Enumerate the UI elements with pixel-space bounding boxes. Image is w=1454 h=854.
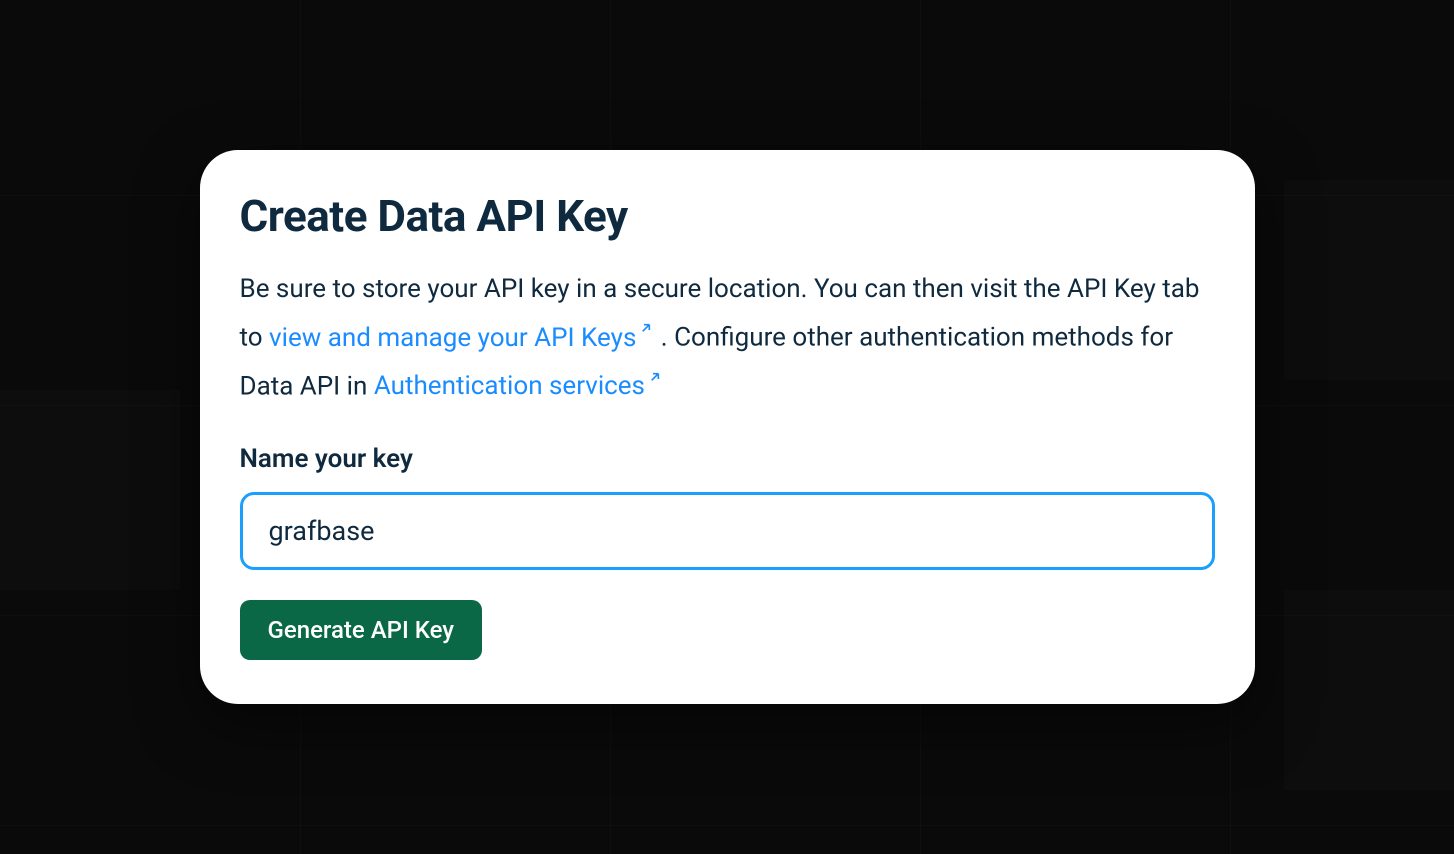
key-name-input[interactable]: [240, 492, 1215, 570]
generate-api-key-button[interactable]: Generate API Key: [240, 600, 483, 660]
create-api-key-card: Create Data API Key Be sure to store you…: [200, 150, 1255, 704]
key-name-label: Name your key: [240, 444, 1215, 474]
external-link-icon: [647, 358, 663, 397]
card-title: Create Data API Key: [240, 190, 1215, 242]
link-text: view and manage your API Keys: [269, 323, 636, 353]
authentication-services-link[interactable]: Authentication services: [374, 371, 663, 401]
external-link-icon: [638, 309, 654, 348]
background-block: [1284, 590, 1454, 790]
card-description: Be sure to store your API key in a secur…: [240, 270, 1215, 406]
input-wrapper: [240, 492, 1215, 570]
background-block: [1284, 180, 1454, 380]
link-text: Authentication services: [374, 371, 645, 401]
manage-api-keys-link[interactable]: view and manage your API Keys: [269, 323, 654, 353]
background-block: [0, 390, 180, 590]
